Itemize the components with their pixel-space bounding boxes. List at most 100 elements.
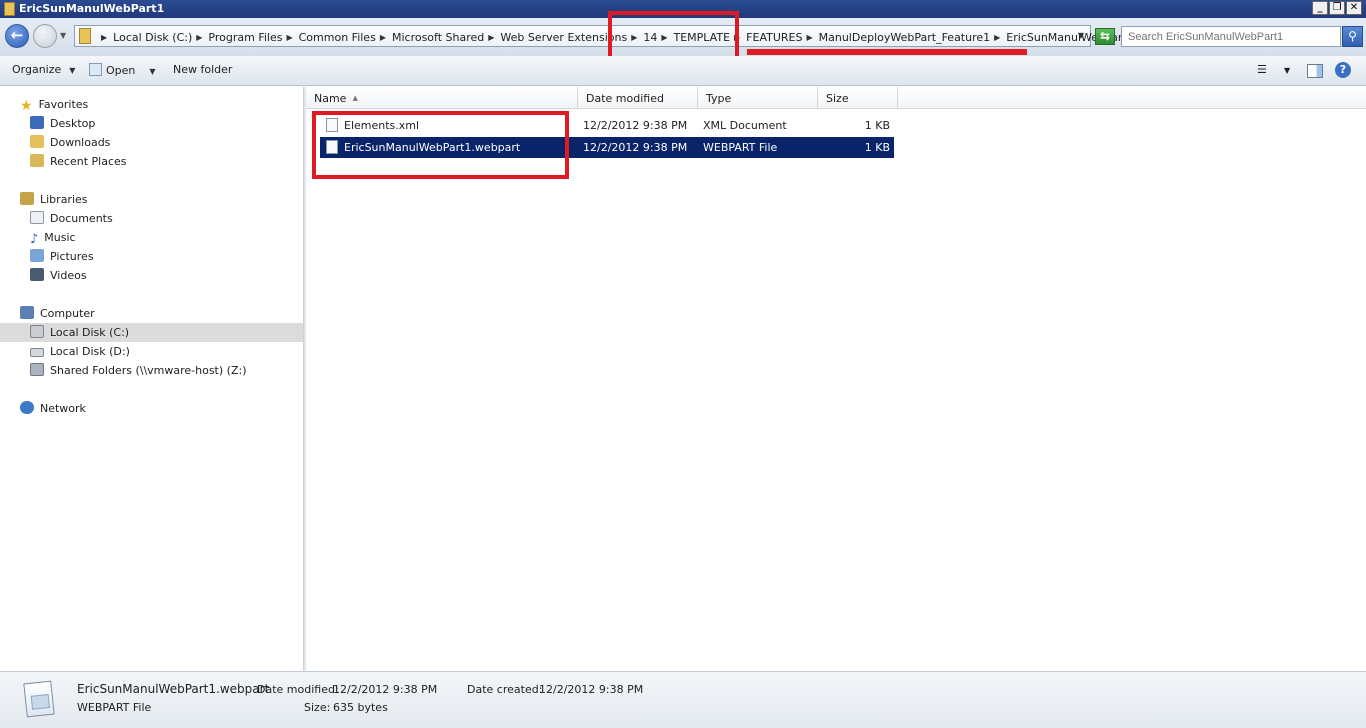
back-button[interactable]: ← [5, 24, 29, 48]
address-history-chevron-icon[interactable]: ▼ [1078, 31, 1084, 40]
file-date: 12/2/2012 9:38 PM [583, 141, 688, 154]
details-filename: EricSunManulWebPart1.webpart [77, 682, 270, 696]
chevron-icon[interactable]: ▶ [196, 33, 202, 42]
navigation-pane: ★ Favorites Desktop Downloads Recent Plac… [0, 87, 303, 671]
column-header-type[interactable]: Type [698, 87, 818, 109]
column-label: Name [314, 92, 347, 105]
new-folder-button[interactable]: New folder [173, 63, 232, 76]
details-date-created-label: Date created: [467, 683, 543, 696]
nav-music[interactable]: ♪ Music [30, 228, 76, 247]
details-date-modified-label: Date modified: [257, 683, 339, 696]
nav-local-disk-c[interactable]: Local Disk (C:) [0, 323, 303, 342]
address-box[interactable]: ▶ Local Disk (C:) ▶ Program Files ▶ Comm… [74, 25, 1134, 47]
details-size-label: Size: [304, 701, 331, 714]
views-icon[interactable]: ☰ [1257, 64, 1271, 76]
drive-icon [30, 325, 44, 338]
crumb-microsoft-shared[interactable]: Microsoft Shared [392, 31, 484, 44]
open-button[interactable]: Open ▼ [89, 63, 156, 77]
file-date: 12/2/2012 9:38 PM [583, 119, 688, 132]
nav-label: Pictures [50, 250, 94, 263]
chevron-icon[interactable]: ▶ [488, 33, 494, 42]
recent-places-icon [30, 154, 44, 167]
crumb-program-files[interactable]: Program Files [208, 31, 282, 44]
organize-label: Organize [12, 63, 62, 76]
file-type: WEBPART File [703, 141, 778, 154]
column-header-filler [898, 87, 1366, 109]
nav-label: Desktop [50, 117, 96, 130]
pictures-icon [30, 249, 44, 262]
network-drive-icon [30, 363, 44, 376]
crumb-local-disk[interactable]: Local Disk (C:) [113, 31, 192, 44]
nav-label: Downloads [50, 136, 111, 149]
command-bar: Organize ▼ Open ▼ New folder ☰ ▼ ? [0, 56, 1366, 86]
videos-icon [30, 268, 44, 281]
nav-label: Recent Places [50, 155, 127, 168]
nav-favorites[interactable]: ★ Favorites [20, 95, 88, 114]
file-size: 1 KB [864, 119, 890, 132]
file-size: 1 KB [864, 141, 890, 154]
file-type: XML Document [703, 119, 787, 132]
nav-label: Network [40, 402, 86, 415]
nav-shared-folders-z[interactable]: Shared Folders (\\vmware-host) (Z:) [30, 361, 247, 380]
details-date-created: 12/2/2012 9:38 PM [539, 683, 644, 696]
chevron-icon[interactable]: ▶ [806, 33, 812, 42]
recent-pages-chevron-icon[interactable]: ▼ [60, 31, 66, 40]
sort-ascending-icon: ▲ [352, 94, 358, 102]
crumb-feature1[interactable]: ManulDeployWebPart_Feature1 [819, 31, 991, 44]
nav-label: Documents [50, 212, 113, 225]
desktop-icon [30, 116, 44, 129]
nav-desktop[interactable]: Desktop [30, 114, 95, 133]
libraries-icon [20, 192, 34, 205]
preview-pane-icon[interactable] [1307, 64, 1323, 78]
details-date-modified: 12/2/2012 9:38 PM [333, 683, 438, 696]
chevron-down-icon: ▼ [149, 67, 156, 76]
nav-label: Libraries [40, 193, 88, 206]
annotation-underline [747, 49, 1027, 55]
nav-computer[interactable]: Computer [20, 304, 95, 323]
downloads-icon [30, 135, 44, 148]
file-icon [89, 63, 102, 76]
annotation-box-files [312, 111, 569, 179]
minimize-button[interactable]: _ [1312, 1, 1328, 15]
column-header-date[interactable]: Date modified [578, 87, 698, 109]
nav-network[interactable]: Network [20, 399, 86, 418]
details-pane: EricSunManulWebPart1.webpart WEBPART Fil… [0, 671, 1366, 728]
column-header-name[interactable]: Name ▲ [306, 87, 578, 109]
details-filetype: WEBPART File [77, 701, 152, 714]
help-icon[interactable]: ? [1335, 62, 1351, 78]
folder-icon [79, 28, 91, 44]
nav-local-disk-d[interactable]: Local Disk (D:) [30, 342, 130, 361]
chevron-icon[interactable]: ▶ [101, 33, 107, 42]
folder-icon [4, 2, 15, 16]
crumb-common-files[interactable]: Common Files [299, 31, 376, 44]
nav-videos[interactable]: Videos [30, 266, 87, 285]
nav-pictures[interactable]: Pictures [30, 247, 94, 266]
star-icon: ★ [20, 98, 33, 114]
chevron-icon[interactable]: ▶ [994, 33, 1000, 42]
search-icon[interactable]: ⚲ [1342, 26, 1363, 47]
chevron-icon[interactable]: ▶ [380, 33, 386, 42]
search-input[interactable] [1121, 26, 1341, 47]
chevron-icon[interactable]: ▶ [286, 33, 292, 42]
nav-label: Favorites [38, 98, 89, 111]
views-chevron-down-icon[interactable]: ▼ [1284, 66, 1290, 75]
chevron-down-icon: ▼ [69, 66, 76, 75]
details-size: 635 bytes [333, 701, 388, 714]
refresh-icon[interactable]: ⇆ [1095, 28, 1115, 45]
annotation-box-template-features [608, 11, 739, 61]
column-header-size[interactable]: Size [818, 87, 898, 109]
nav-label: Music [44, 231, 76, 244]
nav-label: Local Disk (D:) [50, 345, 130, 358]
organize-button[interactable]: Organize ▼ [12, 63, 75, 76]
nav-downloads[interactable]: Downloads [30, 133, 110, 152]
computer-icon [20, 306, 34, 319]
nav-label: Computer [40, 307, 95, 320]
nav-documents[interactable]: Documents [30, 209, 113, 228]
forward-button[interactable]: → [33, 24, 57, 48]
close-button[interactable]: ✕ [1346, 1, 1362, 15]
restore-button[interactable]: ❐ [1329, 1, 1345, 15]
nav-recent-places[interactable]: Recent Places [30, 152, 127, 171]
crumb-features[interactable]: FEATURES [746, 31, 802, 44]
nav-libraries[interactable]: Libraries [20, 190, 88, 209]
documents-icon [30, 211, 44, 224]
